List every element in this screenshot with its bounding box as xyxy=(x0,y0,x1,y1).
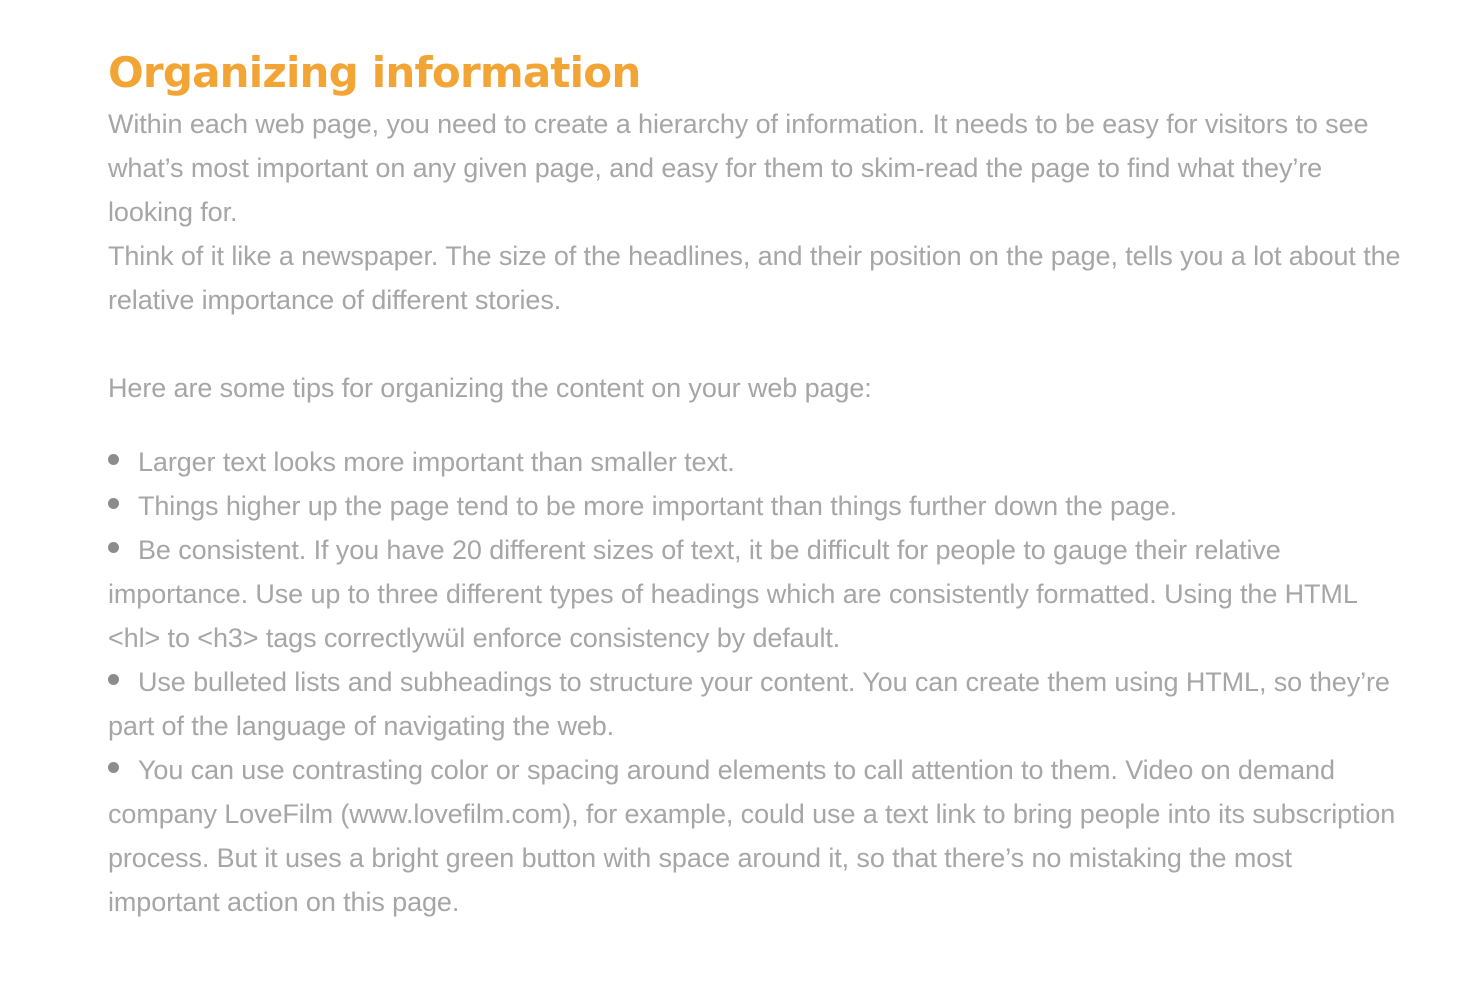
list-gap xyxy=(108,410,1408,440)
list-item: Larger text looks more important than sm… xyxy=(108,440,1408,484)
list-item: You can use contrasting color or spacing… xyxy=(108,748,1408,924)
list-item: Be consistent. If you have 20 different … xyxy=(108,528,1408,660)
article: Organizing information Within each web p… xyxy=(108,44,1408,924)
tips-intro: Here are some tips for organizing the co… xyxy=(108,373,872,403)
list-item-text: You can use contrasting color or spacing… xyxy=(108,755,1396,917)
newspaper-paragraph: Think of it like a newspaper. The size o… xyxy=(108,241,1401,315)
list-item: Things higher up the page tend to be mor… xyxy=(108,484,1408,528)
bullet-icon xyxy=(108,498,119,510)
bullet-icon xyxy=(108,454,119,466)
list-item: Use bulleted lists and subheadings to st… xyxy=(108,660,1408,748)
bullet-icon xyxy=(108,762,119,774)
tips-list: Larger text looks more important than sm… xyxy=(108,440,1408,924)
list-item-text: Use bulleted lists and subheadings to st… xyxy=(108,667,1390,741)
bullet-icon xyxy=(108,542,119,554)
page-title: Organizing information xyxy=(108,48,641,97)
list-item-text: Be consistent. If you have 20 different … xyxy=(108,535,1357,653)
intro-paragraph: Within each web page, you need to create… xyxy=(108,109,1369,227)
list-item-text: Larger text looks more important than sm… xyxy=(138,447,735,477)
list-item-text: Things higher up the page tend to be mor… xyxy=(138,491,1178,521)
bullet-icon xyxy=(108,674,119,686)
